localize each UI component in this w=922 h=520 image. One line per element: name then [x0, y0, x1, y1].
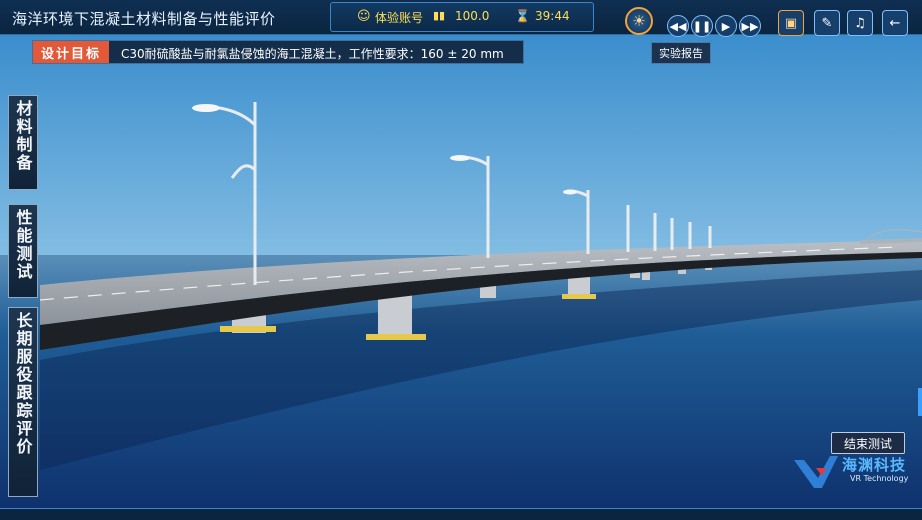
company-logo: 海渊科技 VR Technology [792, 452, 912, 492]
side-item-long-term-tracking[interactable]: 长期服役跟踪评价 [8, 307, 38, 497]
app-title: 海洋环境下混凝土材料制备与性能评价 [12, 10, 276, 28]
scene-illustration [0, 0, 922, 519]
user-icon: ☺ [357, 9, 371, 24]
control-bar: ☀ ◀◀ ❚❚ ▶ ▶▶ ▣ ✎ ♫ ← [592, 0, 922, 37]
logo-text: 海渊科技 [842, 456, 907, 474]
right-edge-handle[interactable] [918, 388, 922, 416]
end-test-button[interactable]: 结束测试 [831, 432, 905, 454]
bridge-sea-scene [0, 0, 922, 519]
status-panel: ☺ 体验账号 ▮▮ 100.0 ⌛ 39:44 [330, 2, 594, 32]
design-goal-text: C30耐硫酸盐与耐氯盐侵蚀的海工混凝土，工作性要求：160 ± 20 mm [121, 47, 504, 61]
design-goal-tag: 设计目标 [33, 41, 109, 63]
settings-gear-icon[interactable]: ☀ [625, 7, 653, 35]
side-item-performance-test[interactable]: 性能测试 [8, 204, 38, 298]
hourglass-icon: ⌛ [515, 9, 530, 23]
top-bar: 海洋环境下混凝土材料制备与性能评价 ☺ 体验账号 ▮▮ 100.0 ⌛ 39:4… [0, 0, 922, 37]
signal-icon: ▮▮ [433, 9, 446, 22]
rewind-icon[interactable]: ◀◀ [667, 15, 689, 37]
notes-icon[interactable]: ✎ [814, 10, 840, 36]
fast-forward-icon[interactable]: ▶▶ [739, 15, 761, 37]
play-icon[interactable]: ▶ [715, 15, 737, 37]
experiment-report-button[interactable]: 实验报告 [651, 42, 711, 64]
account-label: 体验账号 [375, 11, 424, 25]
pause-icon[interactable]: ❚❚ [691, 15, 713, 37]
logo-subtext: VR Technology [850, 474, 909, 483]
score-value: 100.0 [455, 9, 490, 23]
screen-play-icon[interactable]: ▣ [778, 10, 804, 36]
bottom-frame [0, 508, 922, 520]
back-arrow-icon[interactable]: ← [882, 10, 908, 36]
logo-mark-icon [794, 456, 838, 488]
sound-icon[interactable]: ♫ [847, 10, 873, 36]
design-goal-bar: 设计目标 C30耐硫酸盐与耐氯盐侵蚀的海工混凝土，工作性要求：160 ± 20 … [32, 40, 524, 64]
timer-value: 39:44 [535, 9, 570, 23]
side-item-material-prep[interactable]: 材料制备 [8, 95, 38, 190]
